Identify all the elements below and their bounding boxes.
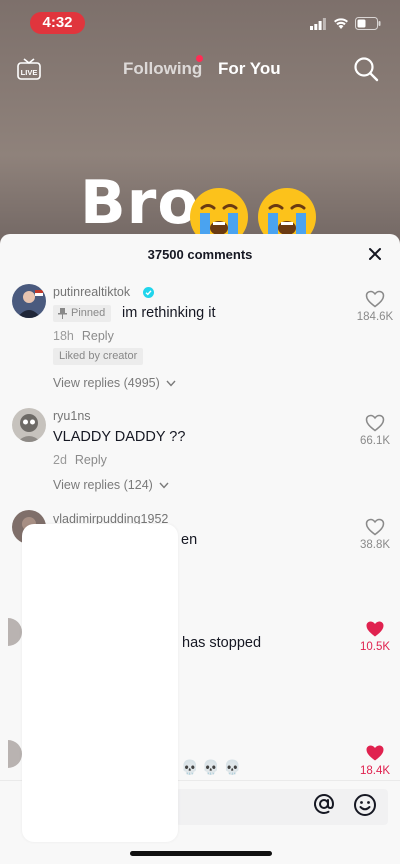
heart-outline-icon <box>365 518 385 536</box>
home-indicator[interactable] <box>130 851 272 856</box>
avatar-image <box>12 408 46 442</box>
like-count: 18.4K <box>359 765 391 777</box>
wifi-icon <box>334 18 348 29</box>
like-button[interactable]: 10.5K <box>350 620 400 653</box>
mention-at-icon[interactable] <box>313 793 335 815</box>
search-icon[interactable] <box>353 56 379 82</box>
reply-button[interactable]: Reply <box>75 453 107 467</box>
verified-badge-icon <box>143 287 154 298</box>
notification-dot <box>196 55 203 62</box>
live-label: LIVE <box>21 68 38 77</box>
emoji-icon[interactable] <box>353 793 377 817</box>
video-overlay-text: Bro <box>80 168 200 238</box>
live-icon: LIVE <box>17 58 41 80</box>
like-button[interactable]: 38.8K <box>350 518 400 551</box>
comment-text: en <box>181 532 198 548</box>
pin-icon <box>58 308 67 319</box>
signal-icon <box>310 18 326 30</box>
tab-for-you[interactable]: For You <box>218 59 281 79</box>
view-replies-button[interactable]: View replies (4995) <box>53 376 176 390</box>
comments-header: 37500 comments <box>0 234 400 274</box>
comment-username[interactable]: ryu1ns <box>53 409 91 423</box>
like-count: 10.5K <box>359 641 391 653</box>
comment-item: putinrealtiktok Pinned im rethinking it … <box>0 282 400 394</box>
tab-following[interactable]: Following <box>123 59 202 79</box>
live-button[interactable]: LIVE <box>16 56 42 82</box>
pinned-badge: Pinned <box>53 305 112 322</box>
status-bar: 4:32 <box>0 0 400 44</box>
comment-count: 37500 comments <box>147 247 253 262</box>
chevron-down-icon <box>159 482 169 489</box>
comment-text: has stopped <box>182 635 262 651</box>
view-replies-label: View replies (124) <box>53 478 153 492</box>
like-count: 38.8K <box>359 539 391 551</box>
heart-outline-icon <box>365 414 385 432</box>
heart-filled-icon <box>366 745 384 761</box>
like-count: 66.1K <box>359 435 391 447</box>
comment-age: 18h <box>53 329 74 343</box>
heart-filled-icon <box>366 621 384 637</box>
comment-username[interactable]: putinrealtiktok <box>53 285 130 299</box>
status-time: 4:32 <box>30 12 85 34</box>
view-replies-label: View replies (4995) <box>53 376 160 390</box>
close-icon[interactable] <box>367 246 383 262</box>
avatar[interactable] <box>12 408 46 442</box>
like-button[interactable]: 66.1K <box>350 414 400 447</box>
top-nav: LIVE Following For You <box>0 50 400 90</box>
comment-meta: 18h Reply <box>53 329 114 343</box>
like-button[interactable]: 18.4K <box>350 744 400 777</box>
chevron-down-icon <box>166 380 176 387</box>
heart-outline-icon <box>365 290 385 308</box>
like-button[interactable]: 184.6K <box>350 290 400 323</box>
battery-icon <box>355 17 381 30</box>
reply-button[interactable]: Reply <box>82 329 114 343</box>
view-replies-button[interactable]: View replies (124) <box>53 478 169 492</box>
avatar-image <box>12 284 46 318</box>
comment-text: im rethinking it <box>122 305 216 321</box>
avatar[interactable] <box>12 284 46 318</box>
comment-item: ryu1ns VLADDY DADDY ?? 2d Reply View repl… <box>0 406 400 496</box>
blank-overlay-panel <box>22 524 178 842</box>
avatar[interactable] <box>8 618 22 646</box>
comment-text-skulls: 💀💀💀 <box>181 759 246 775</box>
like-count: 184.6K <box>356 311 394 323</box>
avatar[interactable] <box>8 740 22 768</box>
liked-by-creator-badge: Liked by creator <box>53 348 144 365</box>
comment-age: 2d <box>53 453 67 467</box>
comment-text: VLADDY DADDY ?? <box>53 429 186 445</box>
comment-meta: 2d Reply <box>53 453 107 467</box>
pinned-label: Pinned <box>71 307 106 319</box>
